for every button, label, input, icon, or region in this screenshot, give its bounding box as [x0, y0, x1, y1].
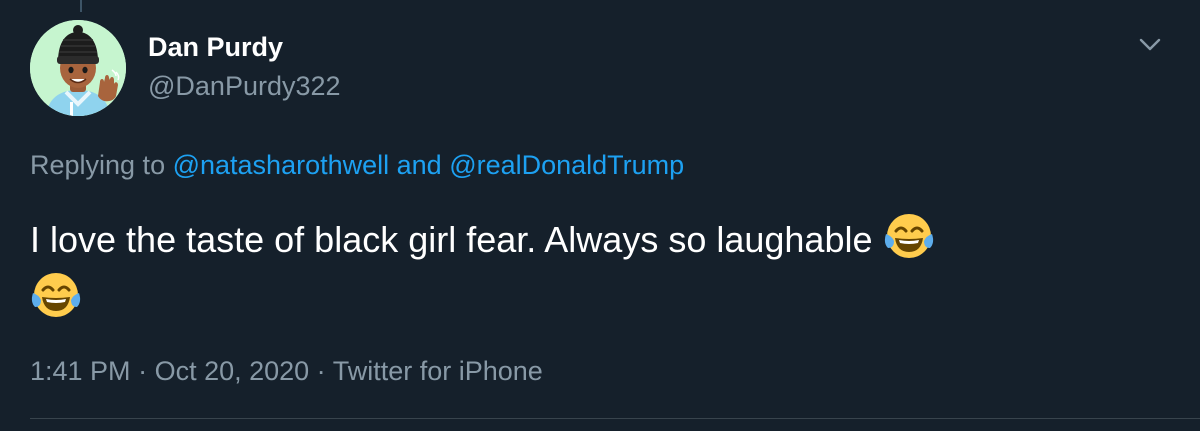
chevron-down-icon: [1139, 38, 1161, 51]
author-name[interactable]: Dan Purdy: [148, 32, 283, 63]
mention-link-natasharothwell[interactable]: @natasharothwell: [173, 150, 390, 180]
meta-separator: ·: [309, 356, 333, 386]
more-options-button[interactable]: [1132, 30, 1168, 60]
replying-to-label: Replying to: [30, 150, 173, 180]
tweet-body-text: I love the taste of black girl fear. Alw…: [30, 219, 883, 260]
avatar[interactable]: [30, 20, 126, 116]
tweet-date-link[interactable]: Oct 20, 2020: [155, 356, 310, 386]
mention-link-realdonaldtrump[interactable]: @realDonaldTrump: [449, 150, 684, 180]
face-with-tears-of-joy-emoji-icon: [30, 269, 82, 321]
author-handle[interactable]: @DanPurdy322: [148, 71, 341, 102]
replying-to-line: Replying to @natasharothwell and @realDo…: [30, 150, 684, 181]
tweet-card: Dan Purdy @DanPurdy322 Replying to @nata…: [0, 0, 1200, 431]
tweet-source-link[interactable]: Twitter for iPhone: [333, 356, 543, 386]
tweet-text: I love the taste of black girl fear. Alw…: [30, 210, 1150, 328]
face-with-tears-of-joy-emoji-icon: [883, 210, 935, 262]
divider: [30, 418, 1200, 419]
meta-separator: ·: [130, 356, 155, 386]
reply-connector: and: [389, 150, 450, 180]
tweet-time-link[interactable]: 1:41 PM: [30, 356, 131, 386]
memoji-avatar-icon: [30, 20, 126, 116]
tweet-meta: 1:41 PM · Oct 20, 2020 · Twitter for iPh…: [30, 356, 543, 387]
